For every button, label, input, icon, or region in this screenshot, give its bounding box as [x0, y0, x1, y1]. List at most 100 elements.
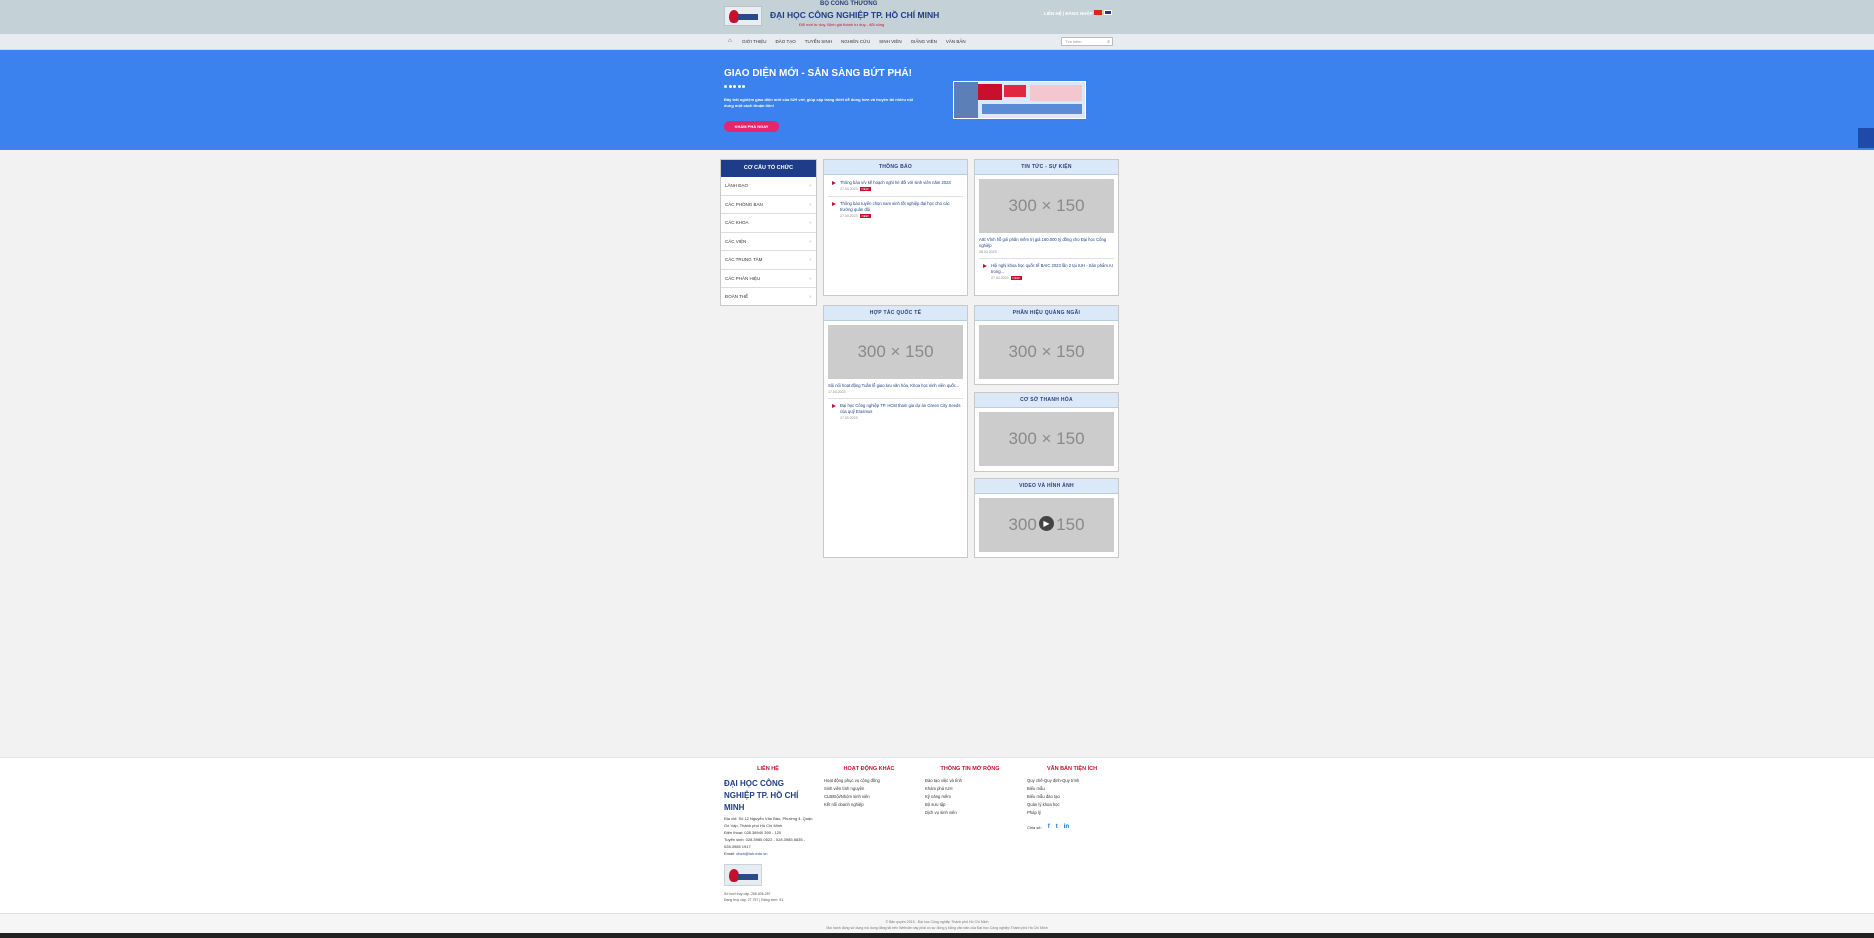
nav-item-sinh-vien[interactable]: SINH VIÊN — [879, 39, 902, 44]
news-image[interactable]: 300 × 150 — [979, 179, 1114, 233]
copyright-notice: Mọi hành động sử dụng nội dung đăng tải … — [826, 926, 1048, 930]
hero-dots-decoration — [724, 85, 745, 88]
home-icon[interactable]: ⌂ — [728, 38, 732, 44]
org-item-khoa[interactable]: CÁC KHOA › — [721, 214, 816, 233]
hero-title: GIAO DIỆN MỚI - SẴN SÀNG BỨT PHÁ! — [724, 68, 912, 79]
org-item-phan-hieu[interactable]: CÁC PHÂN HIỆU › — [721, 270, 816, 288]
thanh-hoa-image[interactable]: 300 × 150 — [979, 412, 1114, 466]
footer-link[interactable]: Pháp lý — [1027, 809, 1117, 817]
university-slogan: Đổi mới tư duy, Định giá thành tư duy - … — [799, 22, 885, 27]
nav-item-van-ban[interactable]: VĂN BẢN — [946, 39, 966, 44]
news-item[interactable]: Hội nghị khoa học quốc tế BAIC 2023 lần … — [979, 263, 1114, 281]
explore-button[interactable]: KHÁM PHÁ NGAY — [724, 121, 779, 132]
top-header: BỘ CÔNG THƯƠNG ĐẠI HỌC CÔNG NGHIỆP TP. H… — [0, 0, 1874, 34]
notices-title: THÔNG BÁO — [824, 160, 967, 175]
twitter-icon[interactable]: t — [1056, 824, 1058, 830]
thanh-hoa-title: CƠ SỞ THANH HÓA — [975, 393, 1118, 408]
footer-link[interactable]: Kết nối doanh nghiệp — [824, 801, 914, 809]
news-events-panel: TIN TỨC - SỰ KIỆN 300 × 150 AIE Vĩnh hỗ … — [974, 159, 1119, 296]
facebook-icon[interactable]: f — [1048, 824, 1050, 830]
news-headline[interactable]: AIE Vĩnh hỗ gói phần mềm trị giá 160.000… — [979, 237, 1114, 249]
visit-stats: Số lượt truy cập: 268.606.287 Đang truy … — [724, 892, 784, 902]
international-image[interactable]: 300 × 150 — [828, 325, 963, 379]
arrow-icon — [832, 404, 836, 408]
notices-panel: THÔNG BÁO Thông báo v/v kế hoạch nghỉ hè… — [823, 159, 968, 296]
linkedin-icon[interactable]: in — [1064, 824, 1069, 830]
copyright-bar: © Bản quyền 2015 - Đại học Công nghiệp T… — [0, 913, 1874, 933]
side-floating-tab[interactable] — [1858, 128, 1874, 148]
video-gallery-panel: VIDEO VÀ HÌNH ẢNH 300 × 150 ▶ — [974, 478, 1119, 558]
org-item-phong-ban[interactable]: CÁC PHÒNG BAN › — [721, 196, 816, 214]
main-navigation: ⌂ GIỚI THIỆU ĐÀO TẠO TUYỂN SINH NGHIÊN C… — [0, 34, 1874, 50]
footer-logo — [724, 864, 762, 886]
footer-link[interactable]: Sinh viên tình nguyện — [824, 785, 914, 793]
bottom-bar — [0, 933, 1874, 938]
search-placeholder: Tìm kiếm — [1065, 39, 1082, 44]
footer-link[interactable]: Quản lý khoa học — [1027, 801, 1117, 809]
footer-link[interactable]: Biểu mẫu đào tạo — [1027, 793, 1117, 801]
footer-link[interactable]: Hoạt động phục vụ cộng đồng — [824, 777, 914, 785]
play-icon[interactable]: ▶ — [1039, 516, 1054, 531]
arrow-icon — [983, 264, 987, 268]
video-gallery-title: VIDEO VÀ HÌNH ẢNH — [975, 479, 1118, 494]
footer-link[interactable]: Biểu mẫu — [1027, 785, 1117, 793]
international-item[interactable]: Đại học Công nghiệp TP. HCM tham gia dự … — [828, 403, 963, 421]
footer-documents: VĂN BẢN TIỆN ÍCH Quy chế-Quy định-Quy tr… — [1027, 766, 1117, 817]
footer-other-activities: HOẠT ĐỘNG KHÁC Hoạt động phục vụ cộng đồ… — [824, 766, 914, 809]
footer-link[interactable]: Khám phá IUH — [925, 785, 1015, 793]
footer-link[interactable]: Đào tạo việc và tình — [925, 777, 1015, 785]
hero-banner — [0, 50, 1874, 150]
chevron-right-icon: › — [809, 257, 811, 263]
english-flag-icon[interactable] — [1104, 10, 1112, 15]
chevron-right-icon: › — [809, 294, 811, 300]
arrow-icon — [832, 181, 836, 185]
footer-link[interactable]: CLB/Đội/Nhóm sinh viên — [824, 793, 914, 801]
video-thumbnail[interactable]: 300 × 150 ▶ — [979, 498, 1114, 552]
nav-item-dao-tao[interactable]: ĐÀO TẠO — [776, 39, 796, 44]
quang-ngai-image[interactable]: 300 × 150 — [979, 325, 1114, 379]
notice-item[interactable]: Thông báo v/v kế hoạch nghỉ hè đối với s… — [828, 180, 963, 192]
social-share: Chia sẻ: f t in — [1027, 824, 1069, 830]
chevron-right-icon: › — [809, 220, 811, 226]
international-date: 17.03.2023 — [828, 390, 846, 394]
footer-link[interactable]: Dịch vụ sinh viên — [925, 809, 1015, 817]
news-date: 28.04.2023 — [979, 250, 997, 254]
org-item-lanh-dao[interactable]: LÃNH ĐẠO › — [721, 177, 816, 196]
search-icon[interactable]: ⌕ — [1107, 39, 1110, 45]
org-structure-menu: CƠ CẤU TỔ CHỨC LÃNH ĐẠO › CÁC PHÒNG BAN › … — [720, 159, 817, 306]
nav-item-nghien-cuu[interactable]: NGHIÊN CỨU — [841, 39, 870, 44]
university-logo[interactable] — [724, 6, 762, 26]
nav-item-giang-vien[interactable]: GIẢNG VIÊN — [911, 39, 937, 44]
header-links[interactable]: LIÊN HỆ | ĐĂNG NHẬP — [1044, 11, 1093, 16]
thanh-hoa-campus-panel: CƠ SỞ THANH HÓA 300 × 150 — [974, 392, 1119, 472]
org-structure-title: CƠ CẤU TỔ CHỨC — [721, 160, 816, 177]
contact-university-name: ĐẠI HỌC CÔNG NGHIỆP TP. HỒ CHÍ MINH — [724, 779, 799, 812]
footer-link[interactable]: Bộ sưu tập — [925, 801, 1015, 809]
arrow-icon — [832, 202, 836, 206]
new-badge: NEW — [1010, 275, 1022, 280]
notice-item[interactable]: Thông báo tuyển chọn nam sinh tốt nghiệp… — [828, 201, 963, 219]
hero-description: Đây trải nghiệm giao diện mới của IUH vớ… — [724, 97, 913, 108]
email-link[interactable]: dhcn@iuh.edu.vn — [736, 851, 767, 856]
nav-item-tuyen-sinh[interactable]: TUYỂN SINH — [805, 39, 832, 44]
international-panel: HỢP TÁC QUỐC TẾ 300 × 150 Sôi nổi hoạt đ… — [823, 305, 968, 558]
chevron-right-icon: › — [809, 238, 811, 245]
vietnamese-flag-icon[interactable] — [1094, 10, 1102, 15]
org-item-vien[interactable]: CÁC VIỆN › — [721, 233, 816, 251]
international-title: HỢP TÁC QUỐC TẾ — [824, 306, 967, 321]
international-headline[interactable]: Sôi nổi hoạt động Tuần lễ giao lưu văn h… — [828, 383, 963, 389]
new-badge: NEW — [859, 213, 871, 218]
org-item-trung-tam[interactable]: CÁC TRUNG TÂM › — [721, 251, 816, 270]
org-item-doan-the[interactable]: ĐOÀN THỂ › — [721, 288, 816, 307]
quang-ngai-title: PHÂN HIỆU QUẢNG NGÃI — [975, 306, 1118, 321]
university-name[interactable]: ĐẠI HỌC CÔNG NGHIỆP TP. HỒ CHÍ MINH — [770, 10, 939, 20]
footer-extended-info: THÔNG TIN MỞ RỘNG Đào tạo việc và tình K… — [925, 766, 1015, 817]
footer-link[interactable]: Kỹ năng mềm — [925, 793, 1015, 801]
footer-link[interactable]: Quy chế-Quy định-Quy trình — [1027, 777, 1117, 785]
chevron-right-icon: › — [809, 275, 811, 282]
chevron-right-icon: › — [809, 201, 811, 208]
news-events-title: TIN TỨC - SỰ KIỆN — [975, 160, 1118, 175]
nav-item-gioi-thieu[interactable]: GIỚI THIỆU — [742, 39, 767, 44]
search-input[interactable]: Tìm kiếm ⌕ — [1061, 37, 1113, 46]
chevron-right-icon: › — [809, 183, 811, 189]
